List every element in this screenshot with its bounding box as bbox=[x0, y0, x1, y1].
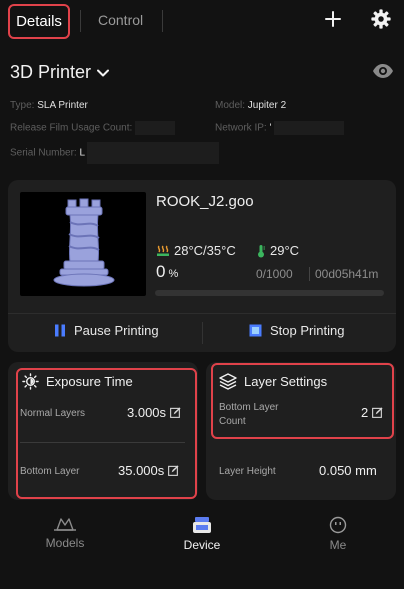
progress-bar bbox=[155, 290, 384, 296]
gear-icon[interactable] bbox=[370, 8, 392, 30]
percent-value: 0 bbox=[156, 262, 166, 281]
resin-temperature: 29°C bbox=[256, 243, 299, 258]
plus-icon[interactable] bbox=[322, 8, 344, 30]
normal-layers-label: Normal Layers bbox=[20, 408, 86, 419]
pause-icon bbox=[55, 324, 65, 337]
pause-printing-button[interactable]: Pause Printing bbox=[54, 323, 159, 338]
eye-icon[interactable] bbox=[372, 63, 394, 79]
card-divider bbox=[8, 313, 396, 314]
chevron-down-icon bbox=[97, 69, 110, 76]
bottom-layer-exposure[interactable]: 35.000s bbox=[118, 463, 179, 478]
film-usage-label: Release Film Usage Count: bbox=[10, 122, 133, 134]
stop-printing-button[interactable]: Stop Printing bbox=[249, 323, 344, 338]
nav-device[interactable]: Device bbox=[162, 516, 242, 552]
serial-value: L bbox=[79, 147, 85, 159]
network-ip-value: ' bbox=[269, 122, 272, 134]
bottom-layer-count[interactable]: 2 bbox=[361, 405, 383, 420]
tab-divider bbox=[80, 10, 81, 32]
print-percent: 0% bbox=[156, 262, 178, 282]
models-icon bbox=[54, 518, 76, 531]
button-divider bbox=[202, 322, 203, 344]
label-line-1: Bottom Layer bbox=[219, 402, 279, 413]
sun-icon bbox=[22, 373, 39, 390]
device-model: Model: Jupiter 2 bbox=[215, 100, 286, 111]
layer-height-label: Layer Height bbox=[219, 466, 276, 477]
nav-device-label: Device bbox=[183, 538, 221, 552]
edit-icon bbox=[168, 465, 179, 476]
nav-me-label: Me bbox=[329, 538, 347, 552]
bottom-layer-value: 35.000s bbox=[118, 463, 165, 478]
nav-me[interactable]: Me bbox=[298, 516, 378, 552]
edit-icon bbox=[170, 407, 181, 418]
device-type: Type: SLA Printer bbox=[10, 100, 88, 111]
layer-count: 0/1000 bbox=[256, 267, 293, 281]
network-ip: Network IP: ' bbox=[215, 121, 345, 135]
type-label: Type: bbox=[10, 100, 35, 111]
exposure-title-label: Exposure Time bbox=[46, 374, 133, 389]
edit-icon bbox=[372, 407, 383, 418]
me-icon bbox=[329, 516, 347, 534]
bottom-layer-count-label: Bottom Layer Count bbox=[219, 401, 278, 429]
bottom-layer-label: Bottom Layer bbox=[20, 466, 80, 477]
tab-control[interactable]: Control bbox=[98, 12, 143, 28]
heat-icon bbox=[157, 245, 169, 256]
normal-layers-value: 3.000s bbox=[127, 405, 167, 420]
network-ip-label: Network IP: bbox=[215, 122, 267, 134]
normal-layers-exposure[interactable]: 3.000s bbox=[127, 405, 181, 420]
redacted-value bbox=[87, 142, 220, 164]
thermometer-icon bbox=[258, 244, 265, 257]
tab-divider bbox=[162, 10, 163, 32]
elapsed-time: 00d05h41m bbox=[309, 267, 378, 281]
stop-label: Stop Printing bbox=[270, 323, 345, 338]
label-line-2: Count bbox=[219, 416, 246, 427]
percent-unit: % bbox=[168, 268, 179, 280]
tab-details-label: Details bbox=[16, 13, 62, 30]
tab-details[interactable]: Details bbox=[8, 4, 70, 39]
nav-models[interactable]: Models bbox=[25, 516, 105, 550]
layer-settings-title: Layer Settings bbox=[219, 373, 327, 390]
exposure-title: Exposure Time bbox=[22, 373, 133, 390]
layers-icon bbox=[219, 373, 237, 390]
redacted-value bbox=[274, 121, 345, 135]
serial-label: Serial Number: bbox=[10, 147, 77, 159]
serial-number: Serial Number: L bbox=[10, 142, 220, 164]
bed-temp-value: 28°C/35°C bbox=[174, 243, 236, 258]
film-usage: Release Film Usage Count: bbox=[10, 121, 176, 135]
type-value: SLA Printer bbox=[37, 100, 88, 111]
pause-label: Pause Printing bbox=[74, 323, 159, 338]
device-title: 3D Printer bbox=[10, 62, 92, 82]
layer-height-value: 0.050 mm bbox=[319, 463, 377, 478]
stop-icon bbox=[249, 324, 262, 337]
print-filename: ROOK_J2.goo bbox=[156, 193, 254, 210]
redacted-value bbox=[135, 121, 176, 135]
bed-temperature: 28°C/35°C bbox=[156, 243, 236, 258]
resin-temp-value: 29°C bbox=[270, 243, 300, 258]
nav-models-label: Models bbox=[45, 536, 85, 550]
model-value: Jupiter 2 bbox=[247, 100, 287, 111]
rook-model-image bbox=[53, 198, 115, 287]
model-label: Model: bbox=[215, 100, 246, 111]
layer-settings-title-label: Layer Settings bbox=[244, 374, 328, 389]
model-thumbnail bbox=[20, 192, 146, 296]
device-icon bbox=[193, 517, 211, 533]
exposure-divider bbox=[20, 442, 185, 443]
device-selector[interactable]: 3D Printer bbox=[10, 62, 110, 83]
bottom-layer-count-value: 2 bbox=[361, 405, 369, 420]
